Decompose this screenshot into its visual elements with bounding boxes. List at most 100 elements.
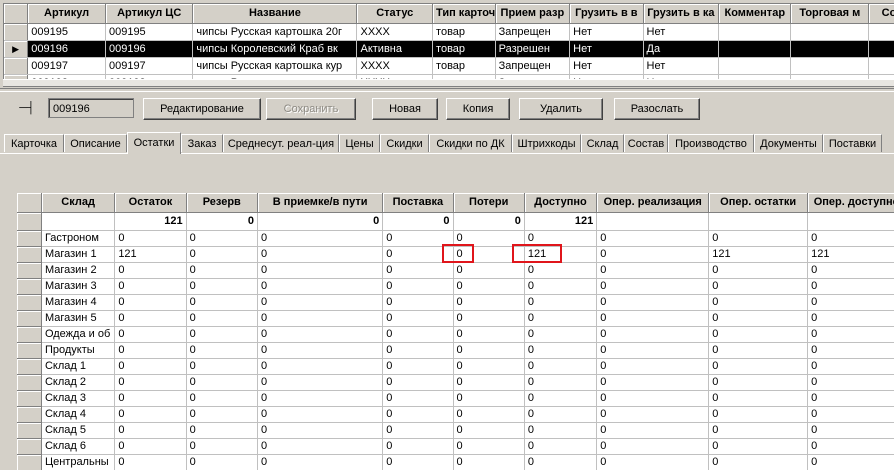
table-cell[interactable]: 0 [524,358,598,375]
table-row[interactable]: Склад 4000000000 [17,406,894,423]
table-cell[interactable]: 0 [524,262,598,279]
table-cell[interactable]: 0 [807,262,894,279]
table-cell[interactable]: 0 [524,374,598,391]
table-cell[interactable]: 0 [382,438,454,455]
table-cell[interactable]: 009197 [105,57,194,75]
copy-button[interactable]: Копия [446,98,510,120]
table-cell[interactable]: 0 [453,390,525,407]
table-cell[interactable]: Склад 6 [41,438,116,455]
send-button[interactable]: Разослать [614,98,700,120]
table-cell[interactable]: 0 [524,342,598,359]
table-cell[interactable]: 0 [257,278,384,295]
table-cell[interactable]: Нет [643,23,720,41]
table-cell[interactable]: 0 [114,310,187,327]
table-cell[interactable]: Нет [643,57,720,75]
table-cell[interactable]: 0 [708,230,809,247]
table-cell[interactable]: 0 [524,438,598,455]
column-header[interactable]: Грузить в в [569,4,644,24]
table-cell[interactable]: Да [643,40,720,58]
article-code-field[interactable]: 009196 [48,98,134,118]
tab-3[interactable]: Остатки [127,132,181,154]
horizontal-scrollbar[interactable] [3,79,894,87]
table-cell[interactable]: 0 [382,374,454,391]
table-row[interactable]: 009197 009197 чипсы Русская картошка кур XX… [4,57,894,75]
table-cell[interactable]: 0 [807,278,894,295]
table-cell[interactable]: Склад 3 [41,390,116,407]
column-header[interactable]: Торговая м [790,4,870,24]
table-row[interactable]: Центральны 0 0 0 0 0 0 0 0 0 [17,454,894,470]
table-cell[interactable]: 0 [708,438,809,455]
table-cell[interactable]: 0 [382,294,454,311]
table-cell[interactable]: 0 [114,390,187,407]
table-cell[interactable]: Разрешен [495,40,571,58]
table-cell[interactable]: 0 [186,326,258,343]
table-cell[interactable]: XXXX [356,23,434,41]
column-header[interactable]: Доступно [524,193,598,213]
table-cell[interactable]: 0 [524,278,598,295]
table-row[interactable]: Склад 5000000000 [17,422,894,439]
row-indicator[interactable] [17,390,42,407]
tab-12[interactable]: Производство [668,134,754,152]
tab-14[interactable]: Поставки [823,134,882,152]
table-cell[interactable]: 0 [807,374,894,391]
column-header[interactable]: Резерв [186,193,258,213]
row-indicator[interactable] [17,438,42,455]
table-cell[interactable]: 009195 [105,23,194,41]
table-cell[interactable]: 0 [807,438,894,455]
table-cell[interactable]: 0 [186,374,258,391]
table-cell[interactable]: 0 [807,422,894,439]
table-cell[interactable]: 0 [382,326,454,343]
table-cell[interactable] [868,23,894,41]
table-cell[interactable]: 0 [453,326,525,343]
table-cell[interactable]: 0 [186,246,258,263]
column-header[interactable]: Тип карточк [432,4,496,24]
table-cell[interactable]: 0 [382,358,454,375]
tab-7[interactable]: Скидки [380,134,429,152]
table-cell[interactable]: чипсы Русская картошка кур [192,57,358,75]
table-cell[interactable]: 0 [382,342,454,359]
column-header[interactable]: Статус [356,4,434,24]
tab-2[interactable]: Описание [64,134,127,152]
table-cell[interactable]: 0 [708,262,809,279]
table-cell[interactable]: 0 [708,454,809,470]
table-cell[interactable]: Склад 2 [41,374,116,391]
table-row[interactable]: 009195 009195 чипсы Русская картошка 20г XX… [4,23,894,41]
table-row[interactable]: ▶ 009196 009196 чипсы Королевский Краб вк Ак… [4,40,894,58]
table-cell[interactable]: 0 [114,230,187,247]
table-cell[interactable]: 0 [186,390,258,407]
table-cell[interactable]: 0 [524,390,598,407]
table-cell[interactable]: 0 [257,294,384,311]
column-header[interactable]: Опер. доступно [807,193,894,213]
table-row[interactable]: Магазин 3000000000 [17,278,894,295]
table-cell[interactable]: 0 [382,454,454,470]
table-cell[interactable]: 0 [257,374,384,391]
table-cell[interactable]: 0 [453,374,525,391]
column-header[interactable]: Состав [868,4,894,24]
table-cell[interactable]: Нет [569,57,644,75]
table-cell[interactable]: 0 [807,406,894,423]
column-header[interactable]: В приемке/в пути [257,193,384,213]
table-cell[interactable]: Склад 4 [41,406,116,423]
table-cell[interactable]: 009196 [27,40,106,58]
table-cell[interactable]: 0 [453,358,525,375]
table-cell[interactable]: 0 [596,310,710,327]
table-cell[interactable]: Склад 1 [41,358,116,375]
row-indicator[interactable] [17,278,42,295]
table-cell[interactable]: 0 [524,294,598,311]
edit-button[interactable]: Редактирование [143,98,261,120]
table-cell[interactable]: 0 [186,294,258,311]
table-cell[interactable]: 0 [596,438,710,455]
table-cell[interactable]: товар [432,23,496,41]
table-cell[interactable]: 0 [453,454,525,470]
table-cell[interactable]: 0 [453,262,525,279]
table-cell[interactable] [718,57,792,75]
table-cell[interactable]: Одежда и об [41,326,116,343]
table-cell[interactable]: 0 [382,406,454,423]
table-cell[interactable]: Гастроном [41,230,116,247]
table-cell[interactable]: 0 [708,358,809,375]
table-row[interactable]: Склад 6000000000 [17,438,894,455]
table-cell[interactable]: 0 [114,326,187,343]
table-cell[interactable]: 0 [257,406,384,423]
table-cell[interactable]: 0 [453,342,525,359]
column-header[interactable]: Прием разр [495,4,571,24]
